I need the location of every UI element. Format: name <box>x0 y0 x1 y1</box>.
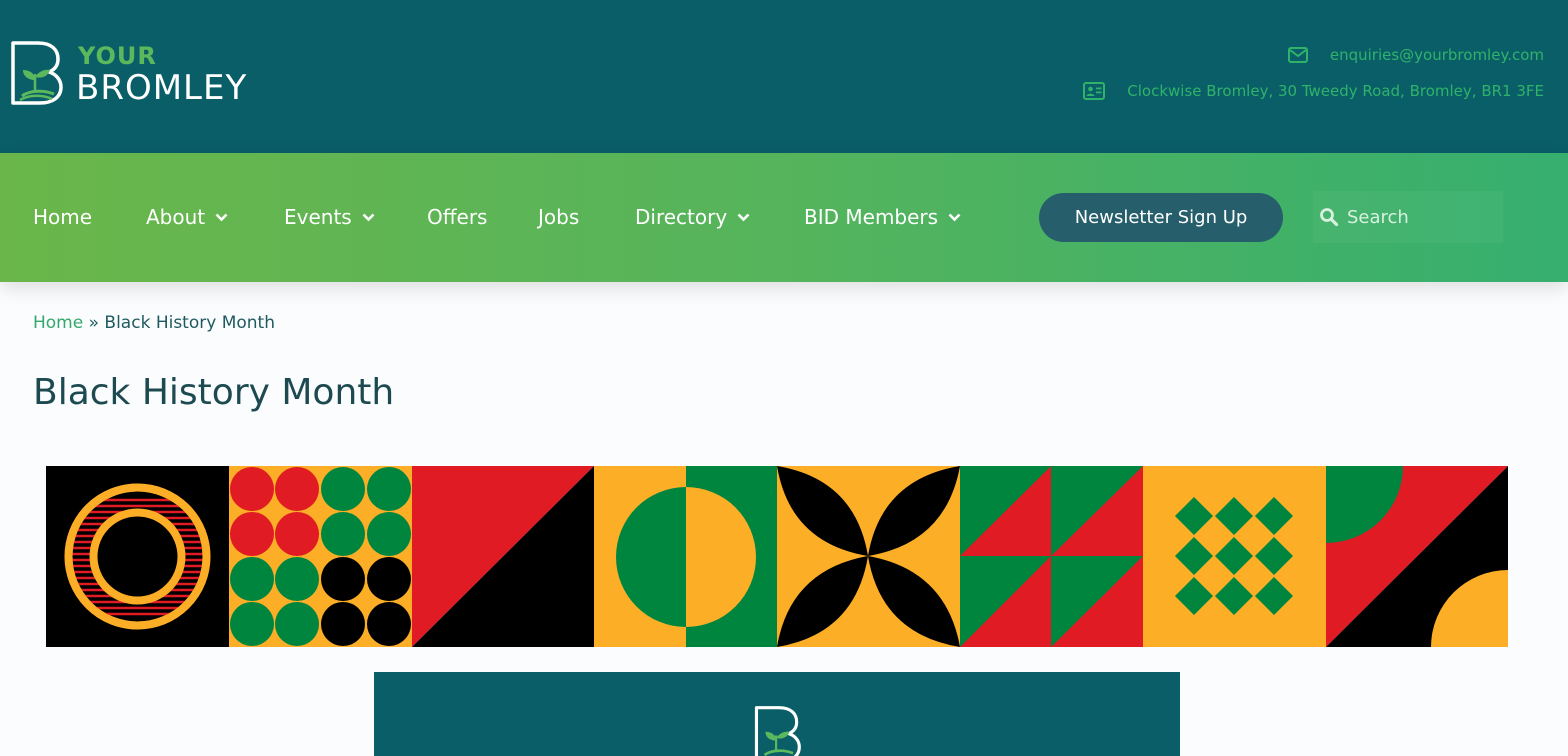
email-link[interactable]: enquiries@yourbromley.com <box>1330 46 1544 64</box>
nav-item-label: About <box>146 205 206 229</box>
nav-item-label: Events <box>284 205 352 229</box>
nav-item-label: Jobs <box>538 205 580 229</box>
breadcrumb-home-link[interactable]: Home <box>33 313 83 333</box>
logo-text-bromley: BROMLEY <box>76 68 248 108</box>
african-pattern-image <box>46 466 1508 647</box>
header-address: Clockwise Bromley, 30 Tweedy Road, Broml… <box>1083 82 1544 100</box>
header-email[interactable]: enquiries@yourbromley.com <box>1287 46 1544 64</box>
content-image-banner <box>374 672 1180 756</box>
logo-text-your: YOUR <box>78 42 157 70</box>
logo-b-mark-icon <box>754 706 801 756</box>
breadcrumb-separator: » <box>88 313 100 333</box>
black-history-pattern-banner <box>46 466 1508 647</box>
nav-item-label: Home <box>33 205 93 229</box>
breadcrumb-current: Black History Month <box>104 313 275 333</box>
logo-b-mark-icon <box>11 41 63 105</box>
nav-item-home[interactable]: Home <box>33 205 92 229</box>
page-title: Black History Month <box>33 372 395 413</box>
chevron-down-icon <box>362 213 375 221</box>
breadcrumb: Home » Black History Month <box>33 313 275 333</box>
search-box <box>1313 191 1503 243</box>
nav-item-directory[interactable]: Directory <box>635 205 750 229</box>
site-logo[interactable]: YOUR BROMLEY <box>8 40 278 108</box>
search-input[interactable] <box>1345 205 1499 229</box>
site-header: YOUR BROMLEY enquiries@yourbromley.com C… <box>0 0 1568 153</box>
address-card-icon <box>1083 82 1106 100</box>
chevron-down-icon <box>948 213 961 221</box>
nav-item-jobs[interactable]: Jobs <box>538 205 579 229</box>
nav-item-bid-members[interactable]: BID Members <box>804 205 961 229</box>
search-icon[interactable] <box>1319 207 1339 227</box>
nav-item-label: Offers <box>427 205 488 229</box>
chevron-down-icon <box>215 213 228 221</box>
address-text: Clockwise Bromley, 30 Tweedy Road, Broml… <box>1127 82 1544 100</box>
nav-item-label: BID Members <box>804 205 939 229</box>
main-navigation: Home About Events Offers Jobs Directory … <box>0 153 1568 282</box>
chevron-down-icon <box>737 213 750 221</box>
nav-item-label: Directory <box>635 205 728 229</box>
newsletter-signup-button[interactable]: Newsletter Sign Up <box>1039 193 1283 242</box>
nav-item-about[interactable]: About <box>146 205 228 229</box>
nav-item-events[interactable]: Events <box>284 205 375 229</box>
envelope-icon <box>1287 47 1308 63</box>
nav-item-offers[interactable]: Offers <box>427 205 487 229</box>
